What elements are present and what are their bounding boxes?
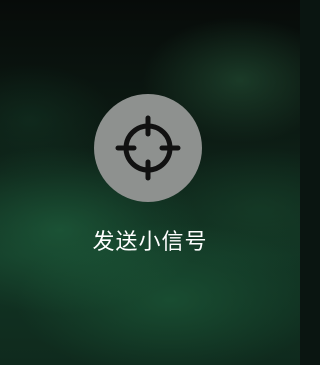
send-signal-label: 发送小信号	[92, 230, 208, 255]
send-signal-button[interactable]	[94, 94, 202, 202]
crosshair-icon	[113, 113, 183, 183]
background-screen: 发送小信号	[0, 0, 300, 365]
